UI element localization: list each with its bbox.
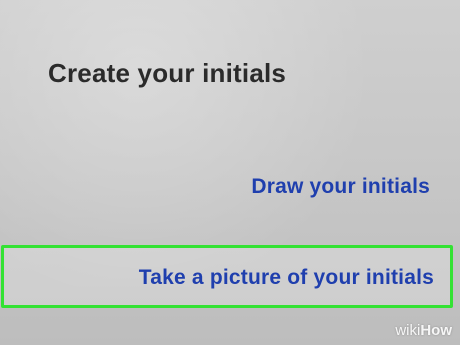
page-title: Create your initials bbox=[48, 58, 287, 88]
take-picture-initials-option[interactable]: Take a picture of your initials bbox=[139, 266, 434, 290]
watermark-part-how: How bbox=[420, 322, 452, 339]
draw-initials-option[interactable]: Draw your initials bbox=[251, 175, 430, 199]
wikihow-watermark: wikiHow bbox=[395, 322, 452, 339]
watermark-part-wiki: wiki bbox=[395, 322, 421, 339]
screen: Create your initials Draw your initials … bbox=[0, 0, 460, 345]
